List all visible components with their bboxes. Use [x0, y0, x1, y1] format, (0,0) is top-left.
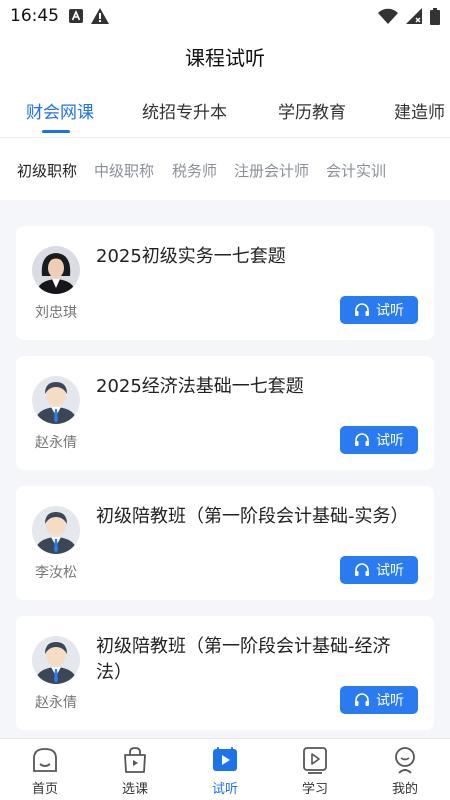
- tab-degree-education[interactable]: 学历教育: [278, 98, 346, 123]
- subtab-cpa[interactable]: 注册会计师: [234, 160, 309, 181]
- nav-profile[interactable]: 我的: [360, 745, 450, 797]
- course-card[interactable]: 赵永倩 初级陪教班（第一阶段会计基础-经济法） 试听: [16, 616, 434, 730]
- page-title: 课程试听: [185, 46, 265, 70]
- tab-accounting-online[interactable]: 财会网课: [26, 98, 94, 123]
- teacher-avatar: [32, 246, 80, 294]
- nav-home-label: 首页: [31, 782, 58, 797]
- course-list: 刘忠琪 2025初级实务一七套题 试听 赵永倩 2025经济法基础一七套题 试听…: [0, 200, 450, 738]
- subtab-intermediate-title[interactable]: 中级职称: [94, 160, 154, 181]
- trial-listen-label: 试听: [376, 303, 404, 319]
- teacher-avatar: [32, 636, 80, 684]
- warning-icon: [91, 8, 109, 24]
- sub-tabs: 初级职称 中级职称 税务师 注册会计师 会计实训: [0, 150, 450, 190]
- tab-constructor[interactable]: 建造师: [394, 98, 445, 123]
- status-time: 16:45: [10, 6, 59, 26]
- trial-listen-button[interactable]: 试听: [340, 296, 418, 324]
- teacher-avatar: [32, 506, 80, 554]
- course-title: 2025初级实务一七套题: [96, 246, 286, 267]
- play-icon: [213, 747, 237, 771]
- trial-listen-label: 试听: [376, 563, 404, 579]
- headphones-icon: [355, 303, 369, 316]
- trial-listen-button[interactable]: 试听: [340, 426, 418, 454]
- headphones-icon: [355, 693, 369, 706]
- nav-study[interactable]: 学习: [270, 745, 360, 797]
- teacher-name: 刘忠琪: [35, 305, 77, 321]
- status-bar: 16:45: [0, 0, 450, 32]
- teacher-name: 赵永倩: [35, 435, 77, 451]
- bag-icon: [124, 747, 146, 773]
- wifi-icon: [378, 8, 398, 24]
- trial-listen-button[interactable]: 试听: [340, 556, 418, 584]
- course-card[interactable]: 刘忠琪 2025初级实务一七套题 试听: [16, 226, 434, 340]
- course-card[interactable]: 李汝松 初级陪教班（第一阶段会计基础-实务） 试听: [16, 486, 434, 600]
- subtab-tax-agent[interactable]: 税务师: [172, 160, 217, 181]
- home-icon: [33, 748, 57, 772]
- trial-listen-button[interactable]: 试听: [340, 686, 418, 714]
- course-title: 2025经济法基础一七套题: [96, 376, 304, 397]
- teacher-avatar: [32, 376, 80, 424]
- trial-listen-label: 试听: [376, 693, 404, 709]
- signal-icon: [406, 8, 422, 24]
- battery-icon: [430, 7, 440, 25]
- nav-trial-label: 试听: [211, 782, 238, 797]
- nav-home[interactable]: 首页: [0, 745, 90, 797]
- course-title: 初级陪教班（第一阶段会计基础-实务）: [96, 506, 409, 527]
- tab-college-upgrade[interactable]: 统招专升本: [142, 98, 227, 123]
- nav-courses-label: 选课: [121, 782, 148, 797]
- nav-study-label: 学习: [301, 782, 328, 797]
- active-tab-indicator: [42, 130, 70, 133]
- course-title: 初级陪教班（第一阶段会计基础-经济法）: [96, 636, 391, 683]
- course-card[interactable]: 赵永倩 2025经济法基础一七套题 试听: [16, 356, 434, 470]
- teacher-name: 李汝松: [35, 565, 77, 581]
- category-tabs: 财会网课 统招专升本 学历教育 建造师: [0, 98, 450, 138]
- nav-trial[interactable]: 试听: [180, 745, 270, 797]
- subtab-junior-title[interactable]: 初级职称: [17, 160, 77, 181]
- nav-courses[interactable]: 选课: [90, 745, 180, 797]
- video-icon: [303, 747, 327, 774]
- bottom-nav: 首页 选课 试听 学习 我的: [0, 738, 450, 800]
- teacher-name: 赵永倩: [35, 695, 77, 711]
- subtab-accounting-practice[interactable]: 会计实训: [326, 160, 386, 181]
- a-notification-icon: [69, 9, 83, 23]
- profile-icon: [395, 747, 415, 774]
- nav-profile-label: 我的: [391, 782, 418, 797]
- headphones-icon: [355, 563, 369, 576]
- trial-listen-label: 试听: [376, 433, 404, 449]
- headphones-icon: [355, 433, 369, 446]
